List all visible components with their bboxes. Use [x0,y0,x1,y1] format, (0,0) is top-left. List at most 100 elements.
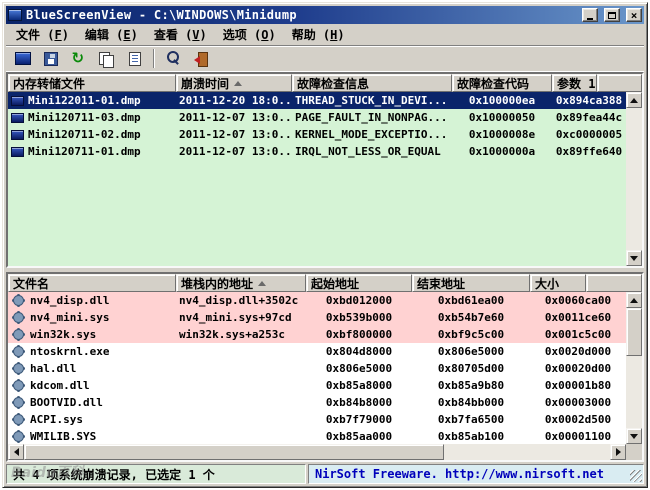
module-cell-text: 0xb85aa000 [326,430,392,443]
module-cell-size: 0x00003000 [530,394,626,411]
crash-cell-code: 0x100000ea [452,92,552,109]
module-row[interactable]: kdcom.dll0xb85a80000xb85a9b800x00001b80 [8,377,626,394]
scroll-thumb[interactable] [626,308,642,356]
module-cell-name: ntoskrnl.exe [8,343,176,360]
resize-grip-icon[interactable] [630,470,642,482]
module-cell-size: 0x0020d000 [530,343,626,360]
module-row[interactable]: WMILIB.SYS0xb85aa0000xb85ab1000x00001100 [8,428,626,444]
exit-button[interactable] [189,47,214,70]
crash-column-label: 故障检查代码 [457,75,529,92]
module-row[interactable]: ACPI.sys0xb7f790000xb7fa65000x0002d500 [8,411,626,428]
module-column-header-4[interactable]: 结束地址 [412,274,530,292]
module-cell-text: 0x00001100 [545,430,611,443]
module-column-header-2[interactable]: 堆栈内的地址 [176,274,306,292]
module-cell-text: 0x00003000 [545,396,611,409]
crash-column-header-3[interactable]: 故障检查信息 [292,74,452,92]
crash-cell-param1: 0x89ffe640 [552,143,626,160]
module-cell-text: 0x804d8000 [326,345,392,358]
module-cell-to: 0xb54b7e60 [412,309,530,326]
scroll-down-button[interactable] [626,428,642,444]
module-cell-to: 0xbd61ea00 [412,292,530,309]
crash-row[interactable]: Mini122011-01.dmp2011-12-20 18:0...THREA… [8,92,626,109]
crash-row[interactable]: Mini120711-03.dmp2011-12-07 13:0...PAGE_… [8,109,626,126]
driver-file-icon [14,415,23,424]
module-row[interactable]: nv4_disp.dllnv4_disp.dll+3502c0xbd012000… [8,292,626,309]
copy-button[interactable] [94,47,119,70]
module-cell-stack [176,411,306,428]
module-cell-to: 0xb85a9b80 [412,377,530,394]
menu-bar: 文件 (F)编辑 (E)查看 (V)选项 (O)帮助 (H) [6,24,644,45]
minimize-button[interactable] [582,8,598,22]
crash-column-header-2[interactable]: 崩溃时间 [176,74,292,92]
crash-column-header-5[interactable]: 参数 1 [552,74,597,92]
module-list-vscrollbar[interactable] [626,292,642,444]
crash-column-header-1[interactable]: 内存转储文件 [8,74,176,92]
menu-item-help[interactable]: 帮助 (H) [284,24,353,45]
crash-column-header-4[interactable]: 故障检查代码 [452,74,552,92]
menu-item-file[interactable]: 文件 (F) [8,24,77,45]
module-row[interactable]: win32k.syswin32k.sys+a253c0xbf8000000xbf… [8,326,626,343]
maximize-button[interactable] [604,8,620,22]
scroll-track[interactable] [626,108,642,250]
module-cell-name: nv4_disp.dll [8,292,176,309]
crash-cell-text: IRQL_NOT_LESS_OR_EQUAL [295,145,441,158]
scroll-thumb[interactable] [24,444,444,460]
module-list-body[interactable]: nv4_disp.dllnv4_disp.dll+3502c0xbd012000… [8,292,626,444]
properties-button[interactable] [122,47,147,70]
crash-list-body[interactable]: Mini122011-01.dmp2011-12-20 18:0...THREA… [8,92,626,266]
module-row[interactable]: nv4_mini.sysnv4_mini.sys+97cd0xb539b0000… [8,309,626,326]
module-column-header-1[interactable]: 文件名 [8,274,176,292]
module-cell-size: 0x00001b80 [530,377,626,394]
module-column-label: 结束地址 [417,275,465,292]
close-button[interactable]: × [626,8,642,22]
save-button[interactable] [38,47,63,70]
menu-item-options[interactable]: 选项 (O) [215,24,284,45]
scroll-track[interactable] [626,356,642,428]
scroll-track[interactable] [444,444,610,460]
refresh-button[interactable] [66,47,91,70]
app-icon[interactable] [8,9,22,21]
crash-row[interactable]: Mini120711-01.dmp2011-12-07 13:0...IRQL_… [8,143,626,160]
menu-item-edit[interactable]: 编辑 (E) [77,24,146,45]
advanced-options-button[interactable] [10,47,35,70]
module-cell-text: 0xbf800000 [326,328,392,341]
nirsoft-link[interactable]: NirSoft Freeware. http://www.nirsoft.net [315,467,604,481]
title-bar[interactable]: BlueScreenView - C:\WINDOWS\Minidump × [6,6,644,24]
module-cell-text: 0x806e5000 [326,362,392,375]
arrow-left-icon [14,448,19,456]
crash-cell-text: 0x1000000a [469,145,535,158]
find-button[interactable] [161,47,186,70]
module-column-header-5[interactable]: 大小 [530,274,586,292]
properties-icon [129,52,141,66]
module-cell-text: 0xb85ab100 [438,430,504,443]
module-column-header-3[interactable]: 起始地址 [306,274,412,292]
crash-cell-param1: 0xc0000005 [552,126,626,143]
module-cell-from: 0xbf800000 [306,326,412,343]
module-row[interactable]: BOOTVID.dll0xb84b80000xb84bb0000x0000300… [8,394,626,411]
module-cell-text: 0xbf9c5c00 [438,328,504,341]
crash-cell-time: 2011-12-20 18:0... [176,92,292,109]
menu-item-view[interactable]: 查看 (V) [146,24,215,45]
crash-cell-text: 2011-12-07 13:0... [179,128,292,141]
module-cell-name: win32k.sys [8,326,176,343]
module-row[interactable]: hal.dll0x806e50000x80705d000x00020d00 [8,360,626,377]
scroll-left-button[interactable] [8,444,24,460]
module-list-hscrollbar[interactable] [8,444,626,460]
module-row[interactable]: ntoskrnl.exe 0x804d8000 0x806e50000x0020d0… [8,343,626,360]
driver-file-icon [14,364,23,373]
arrow-right-icon [616,448,621,456]
crash-row[interactable]: Mini120711-02.dmp2011-12-07 13:0...KERNE… [8,126,626,143]
scroll-right-button[interactable] [610,444,626,460]
crash-cell-param1: 0x89fea44c [552,109,626,126]
status-summary-panel: 共 4 项系统崩溃记录, 已选定 1 个 [6,464,306,484]
crash-list-vscrollbar[interactable] [626,92,642,266]
module-cell-text: kdcom.dll [30,379,90,392]
module-cell-text: ntoskrnl.exe [30,345,109,358]
module-cell-to: 0x806e5000 [412,343,530,360]
crash-cell-file: Mini120711-03.dmp [8,109,176,126]
scroll-up-button[interactable] [626,292,642,308]
scroll-up-button[interactable] [626,92,642,108]
module-cell-size: 0x0002d500 [530,411,626,428]
module-cell-text: ACPI.sys [30,413,83,426]
scroll-down-button[interactable] [626,250,642,266]
